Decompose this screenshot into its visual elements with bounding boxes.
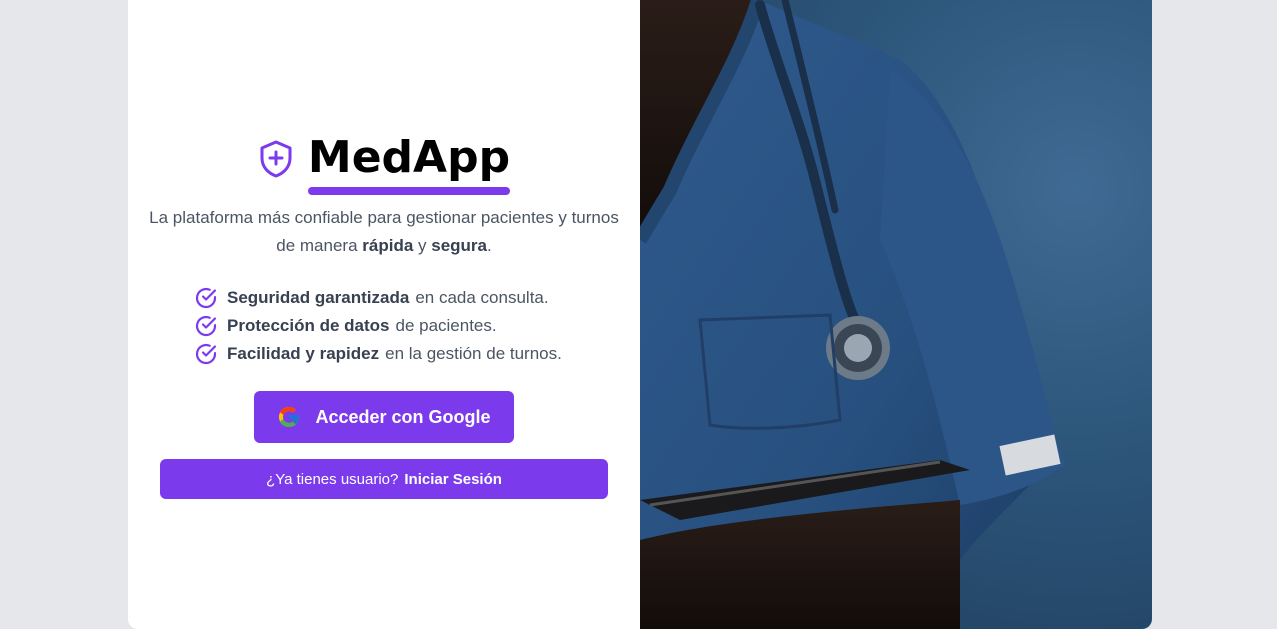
feature-item: Protección de datos de pacientes. [194,312,562,340]
feature-title: Seguridad garantizada [227,288,410,307]
brand-header: MedApp [128,130,640,195]
feature-text: en la gestión de turnos. [385,344,562,363]
feature-title: Facilidad y rapidez [227,344,380,363]
login-button[interactable]: ¿Ya tienes usuario? Iniciar Sesión [160,459,608,499]
tagline-text-2: y [413,236,432,255]
feature-text: en cada consulta. [415,288,549,307]
shield-plus-icon [260,140,292,178]
login-action: Iniciar Sesión [404,470,502,488]
tagline: La plataforma más confiable para gestion… [148,204,620,260]
feature-title: Protección de datos [227,316,390,335]
feature-list: Seguridad garantizada en cada consulta. … [194,284,562,368]
login-card: MedApp La plataforma más confiable para … [128,0,1152,629]
nurse-photo [640,0,1065,629]
title-underline [307,187,511,195]
app-title: MedApp [307,132,511,183]
google-login-button[interactable]: Acceder con Google [254,391,514,443]
google-button-label: Acceder con Google [315,406,491,427]
check-circle-icon [195,287,217,309]
feature-item: Seguridad garantizada en cada consulta. [194,284,562,312]
feature-text: de pacientes. [395,316,497,335]
brand-title-wrap: MedApp [307,130,511,195]
hero-image [640,0,1152,629]
check-circle-icon [195,343,217,365]
check-circle-icon [195,315,217,337]
tagline-bold-2: segura [431,236,487,255]
tagline-bold-1: rápida [362,236,414,255]
feature-item: Facilidad y rapidez en la gestión de tur… [194,340,562,368]
tagline-text-3: . [487,236,492,255]
login-panel: MedApp La plataforma más confiable para … [128,0,640,629]
login-prompt: ¿Ya tienes usuario? [266,470,399,488]
google-icon [279,407,300,427]
